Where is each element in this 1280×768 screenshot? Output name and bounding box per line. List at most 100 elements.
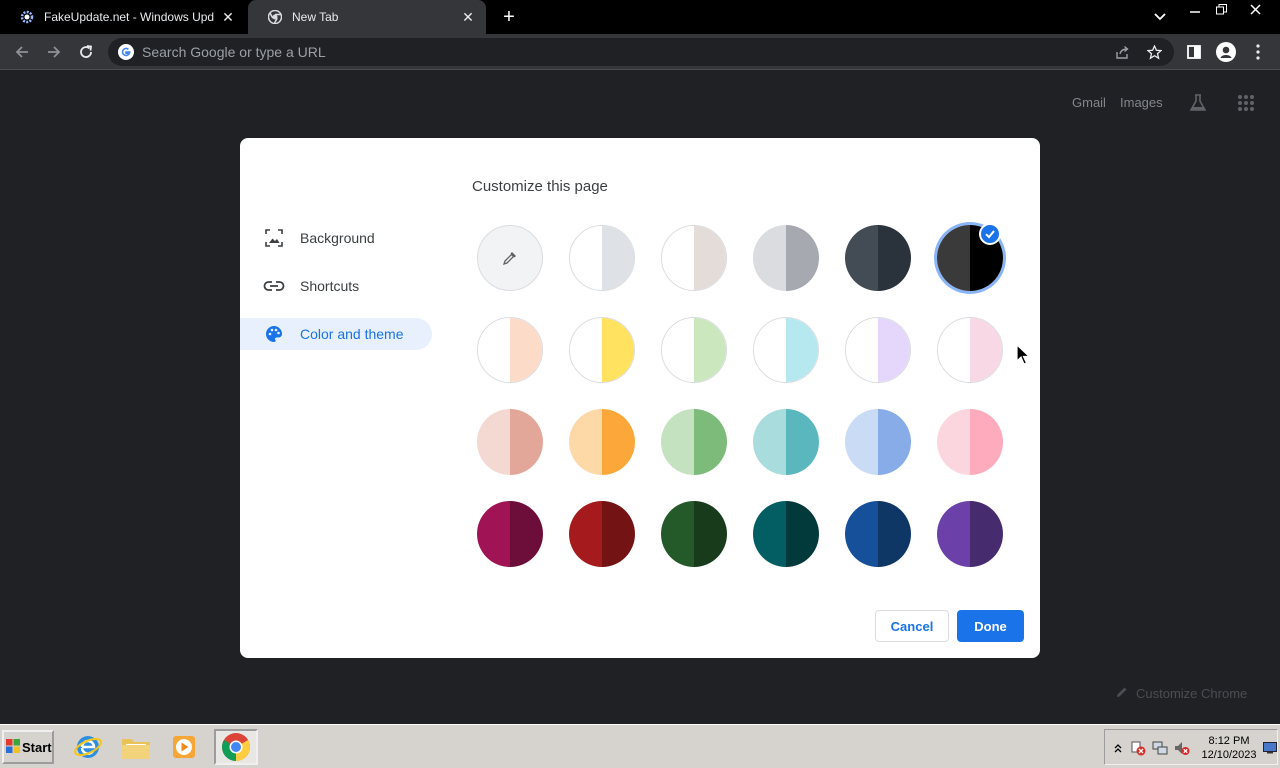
- swatch-half-left: [662, 226, 694, 290]
- color-swatch-circle: [937, 501, 1003, 567]
- network-icon[interactable]: [1151, 739, 1169, 757]
- file-explorer-icon[interactable]: [114, 729, 158, 765]
- new-tab-button[interactable]: +: [498, 6, 520, 28]
- color-swatch-circle: [477, 409, 543, 475]
- share-icon[interactable]: [1112, 42, 1132, 62]
- color-swatch-circle: [753, 225, 819, 291]
- done-button[interactable]: Done: [957, 610, 1024, 642]
- swatch-half-right: [602, 409, 635, 475]
- menu-item-shortcuts[interactable]: Shortcuts: [240, 270, 432, 302]
- swatch-half-right: [602, 318, 634, 382]
- swatch-half-left: [570, 318, 602, 382]
- customize-chrome-label: Customize Chrome: [1136, 685, 1248, 701]
- tab-title: New Tab: [292, 10, 339, 24]
- color-swatch-circle: [569, 225, 635, 291]
- color-swatch-circle: [937, 317, 1003, 383]
- tab-title: FakeUpdate.net - Windows Update Prank: [44, 10, 214, 24]
- clock-date: 12/10/2023: [1201, 749, 1257, 761]
- action-center-warning-icon[interactable]: [1129, 739, 1147, 757]
- swatch-half-right: [786, 318, 818, 382]
- swatch-half-right: [786, 225, 819, 291]
- swatch-half-right: [510, 501, 543, 567]
- swatch-half-left: [937, 225, 970, 291]
- color-swatch-circle: [661, 501, 727, 567]
- swatch-half-right: [970, 501, 1003, 567]
- swatch-half-left: [478, 318, 510, 382]
- tab-fakeupdate[interactable]: FakeUpdate.net - Windows Update Prank ✕: [0, 0, 246, 34]
- close-icon[interactable]: ✕: [220, 9, 236, 25]
- omnibox-input[interactable]: [142, 44, 1174, 60]
- swatch-half-left: [662, 318, 694, 382]
- start-button[interactable]: Start: [2, 730, 54, 764]
- back-icon[interactable]: [10, 40, 34, 64]
- color-swatch-circle: [845, 317, 911, 383]
- system-clock[interactable]: 8:12 PM 12/10/2023: [1197, 734, 1261, 762]
- swatch-half-left: [570, 226, 602, 290]
- cancel-button[interactable]: Cancel: [875, 610, 949, 642]
- chevron-down-icon[interactable]: [1150, 7, 1170, 27]
- windows-taskbar: Start 8:12 PM 12/10/2023: [0, 724, 1280, 768]
- gmail-link[interactable]: Gmail: [1072, 95, 1106, 110]
- start-label: Start: [22, 739, 52, 755]
- gear-icon: [18, 8, 36, 26]
- omnibox[interactable]: [108, 38, 1174, 66]
- reload-icon[interactable]: [74, 40, 98, 64]
- swatch-half-right: [878, 501, 911, 567]
- media-player-icon[interactable]: [162, 729, 206, 765]
- close-window-icon[interactable]: [1238, 0, 1272, 18]
- swatch-half-right: [510, 318, 542, 382]
- close-icon[interactable]: ✕: [460, 9, 476, 25]
- images-link[interactable]: Images: [1120, 95, 1163, 110]
- swatch-half-left: [754, 318, 786, 382]
- swatch-half-left: [846, 318, 878, 382]
- browser-toolbar: [0, 34, 1280, 70]
- swatch-half-right: [786, 501, 819, 567]
- swatch-half-right: [510, 409, 543, 475]
- color-swatch-circle: [845, 225, 911, 291]
- profile-avatar-icon[interactable]: [1214, 40, 1238, 64]
- swatch-half-left: [845, 225, 878, 291]
- swatch-half-right: [878, 225, 911, 291]
- apps-grid-icon[interactable]: [1234, 91, 1258, 115]
- swatch-half-right: [694, 409, 727, 475]
- volume-muted-icon[interactable]: [1173, 739, 1191, 757]
- menu-item-background[interactable]: Background: [240, 222, 432, 254]
- chrome-taskbar-icon[interactable]: [214, 729, 258, 765]
- forward-icon[interactable]: [42, 40, 66, 64]
- color-swatch-circle: [569, 409, 635, 475]
- color-swatch-circle: [477, 501, 543, 567]
- color-swatch-circle: [661, 225, 727, 291]
- show-hidden-icons-icon[interactable]: [1109, 739, 1127, 757]
- menu-item-label: Background: [300, 230, 375, 246]
- mouse-cursor-icon: [1016, 344, 1030, 365]
- customize-chrome-button[interactable]: Customize Chrome: [1104, 678, 1256, 708]
- system-tray: 8:12 PM 12/10/2023: [1104, 729, 1278, 765]
- customize-dialog: Customize this page Background Shortcuts…: [240, 138, 1040, 658]
- menu-item-label: Color and theme: [300, 326, 404, 342]
- bookmark-star-icon[interactable]: [1144, 42, 1164, 62]
- tab-new-tab[interactable]: New Tab ✕: [248, 0, 486, 34]
- swatch-half-right: [878, 409, 911, 475]
- labs-flask-icon[interactable]: [1186, 91, 1210, 115]
- color-swatch-circle: [753, 409, 819, 475]
- swatch-half-left: [845, 409, 878, 475]
- internet-explorer-icon[interactable]: [66, 729, 110, 765]
- show-desktop-icon[interactable]: [1261, 739, 1279, 757]
- swatch-half-right: [786, 409, 819, 475]
- color-swatch-circle: [845, 501, 911, 567]
- color-swatch-circle: [661, 317, 727, 383]
- swatch-half-right: [602, 501, 635, 567]
- checkmark-icon: [979, 223, 1001, 245]
- swatch-half-left: [661, 501, 694, 567]
- menu-item-color-and-theme[interactable]: Color and theme: [240, 318, 432, 350]
- side-panel-icon[interactable]: [1182, 40, 1206, 64]
- kebab-menu-icon[interactable]: [1246, 40, 1270, 64]
- dialog-title: Customize this page: [472, 178, 608, 195]
- color-swatch-circle: [753, 501, 819, 567]
- restore-icon[interactable]: [1206, 0, 1236, 18]
- link-icon: [262, 274, 286, 298]
- swatch-half-left: [661, 409, 694, 475]
- swatch-half-right: [694, 501, 727, 567]
- swatch-half-right: [694, 318, 726, 382]
- pencil-icon: [1116, 686, 1128, 701]
